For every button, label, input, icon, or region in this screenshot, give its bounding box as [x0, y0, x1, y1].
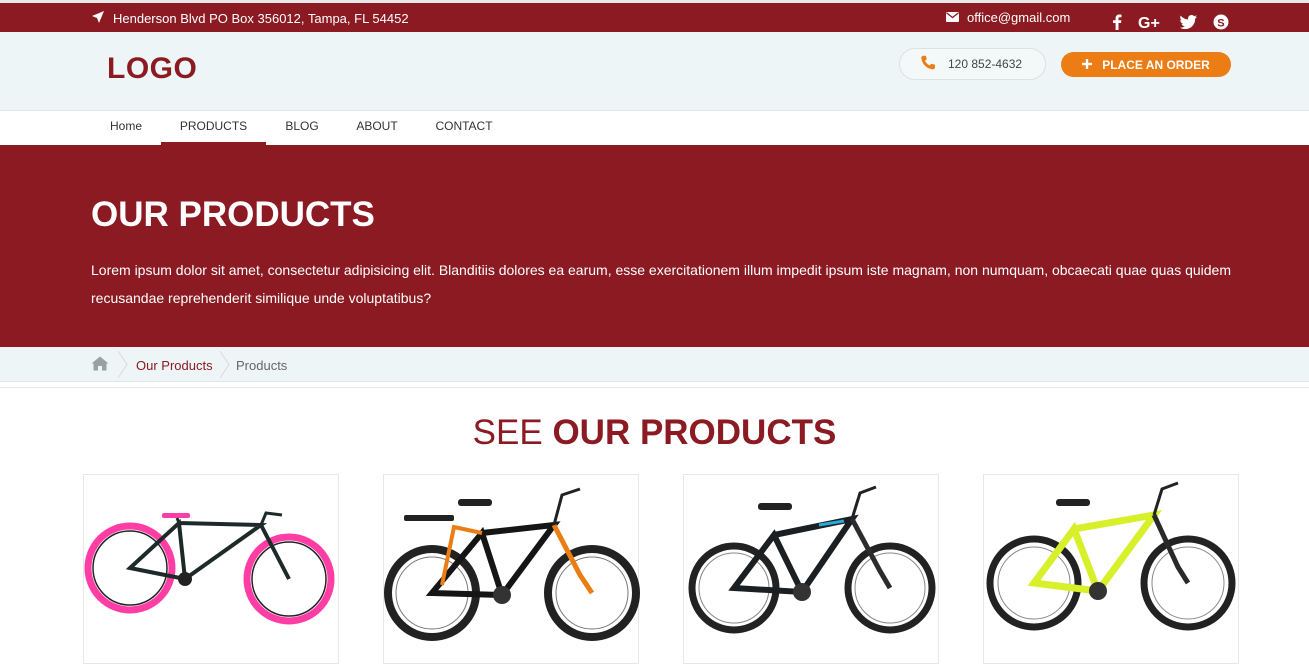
nav-item-products[interactable]: PRODUCTS — [161, 112, 266, 145]
twitter-icon[interactable] — [1180, 15, 1197, 29]
section-title-bold: OUR PRODUCTS — [552, 413, 837, 452]
location-arrow-icon — [91, 10, 105, 27]
hero-banner: OUR PRODUCTS Lorem ipsum dolor sit amet,… — [0, 145, 1309, 347]
breadcrumb-separator — [219, 347, 231, 385]
nav-item-blog[interactable]: BLOG — [266, 112, 338, 145]
divider — [0, 387, 1309, 388]
place-order-label: PLACE AN ORDER — [1102, 57, 1210, 72]
section-title-light: SEE — [472, 413, 543, 452]
skype-icon[interactable]: S — [1213, 14, 1229, 30]
facebook-icon[interactable] — [1112, 14, 1122, 30]
nav-item-about[interactable]: ABOUT — [338, 112, 416, 145]
address-text: Henderson Blvd PO Box 356012, Tampa, FL … — [113, 11, 409, 26]
phone-number: 120 852-4632 — [948, 57, 1023, 71]
breadcrumb-our-products[interactable]: Our Products — [136, 358, 213, 373]
email[interactable]: office@gmail.com — [946, 10, 1070, 25]
bicycle-image — [384, 487, 640, 641]
plus-icon — [1082, 58, 1093, 72]
email-text: office@gmail.com — [967, 10, 1071, 25]
breadcrumb-current: Products — [236, 358, 288, 373]
logo[interactable]: LOGO — [107, 52, 197, 86]
bicycle-image — [688, 485, 936, 634]
home-icon[interactable] — [91, 356, 109, 374]
envelope-icon — [946, 10, 959, 25]
svg-text:S: S — [1217, 17, 1224, 29]
header: LOGO 120 852-4632 PLACE AN ORDER — [0, 32, 1309, 111]
hero-description: Lorem ipsum dolor sit amet, consectetur … — [91, 262, 1232, 306]
address: Henderson Blvd PO Box 356012, Tampa, FL … — [91, 10, 409, 27]
bicycle-image — [84, 511, 335, 625]
top-info-bar: Henderson Blvd PO Box 356012, Tampa, FL … — [0, 3, 1309, 32]
place-order-button[interactable]: PLACE AN ORDER — [1061, 52, 1231, 77]
nav-item-home[interactable]: Home — [91, 112, 161, 145]
main-nav: Home PRODUCTS BLOG ABOUT CONTACT — [0, 112, 1309, 145]
social-links: G+ S — [1112, 14, 1229, 30]
page-title: OUR PRODUCTS — [91, 195, 375, 234]
svg-text:G+: G+ — [1138, 15, 1160, 30]
product-card[interactable] — [383, 474, 640, 664]
product-card[interactable] — [983, 474, 1239, 664]
phone-icon — [920, 55, 936, 74]
nav-item-contact[interactable]: CONTACT — [416, 112, 512, 145]
bicycle-image — [986, 481, 1236, 631]
breadcrumb-separator — [117, 347, 129, 385]
product-card[interactable] — [83, 474, 339, 664]
google-plus-icon[interactable]: G+ — [1138, 14, 1164, 30]
product-card[interactable] — [683, 474, 939, 664]
section-title: SEE OUR PRODUCTS — [0, 413, 1309, 453]
breadcrumb: Our Products Products — [0, 347, 1309, 382]
phone-pill[interactable]: 120 852-4632 — [899, 48, 1046, 80]
